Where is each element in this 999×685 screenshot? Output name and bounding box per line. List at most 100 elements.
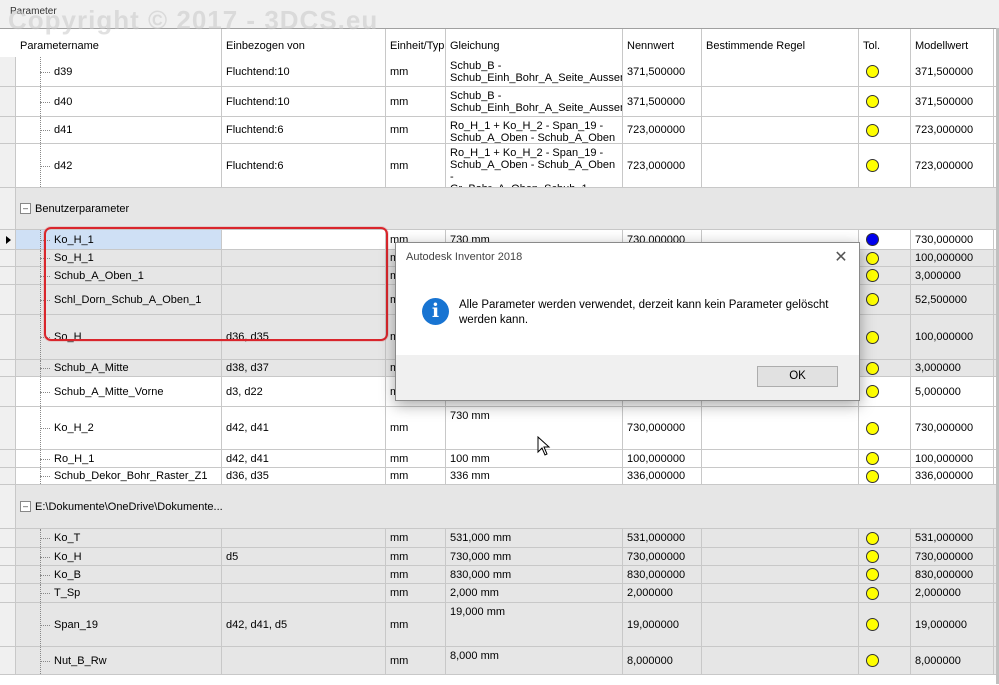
model-value-cell[interactable]: 8,000000 <box>911 647 994 675</box>
rule-cell[interactable] <box>702 450 859 468</box>
unit-cell[interactable]: mm <box>386 529 446 548</box>
equation-cell[interactable]: Ro_H_1 + Ko_H_2 - Span_19 - Schub_A_Oben… <box>446 117 623 144</box>
rule-cell[interactable] <box>702 87 859 117</box>
parameter-name-cell[interactable]: T_Sp <box>16 584 222 603</box>
model-value-cell[interactable]: 371,500000 <box>911 57 994 87</box>
unit-cell[interactable]: mm <box>386 468 446 485</box>
equation-cell[interactable]: 2,000 mm <box>446 584 623 603</box>
equation-cell[interactable]: Schub_B - Schub_Einh_Bohr_A_Seite_Aussen <box>446 57 623 87</box>
row-header[interactable] <box>0 188 16 230</box>
row-header[interactable] <box>0 267 16 285</box>
row-header[interactable] <box>0 285 16 315</box>
row-header[interactable] <box>0 144 16 188</box>
unit-cell[interactable]: mm <box>386 144 446 188</box>
model-value-cell[interactable]: 730,000000 <box>911 407 994 450</box>
model-value-cell[interactable]: 730,000000 <box>911 230 994 250</box>
tolerance-indicator-icon[interactable] <box>866 385 879 398</box>
tolerance-indicator-icon[interactable] <box>866 251 879 265</box>
nominal-value-cell[interactable]: 730,000000 <box>623 548 702 566</box>
tolerance-indicator-icon[interactable] <box>866 330 879 344</box>
row-header[interactable] <box>0 250 16 267</box>
equation-cell[interactable]: 730 mm <box>446 407 623 450</box>
tolerance-cell[interactable] <box>859 285 911 315</box>
used-by-cell[interactable]: d42, d41 <box>222 450 386 468</box>
nominal-value-cell[interactable]: 8,000000 <box>623 647 702 675</box>
tolerance-indicator-icon[interactable] <box>866 654 879 667</box>
used-by-cell[interactable]: d42, d41, d5 <box>222 603 386 647</box>
rule-cell[interactable] <box>702 548 859 566</box>
tolerance-cell[interactable] <box>859 117 911 144</box>
rule-cell[interactable] <box>702 603 859 647</box>
rule-cell[interactable] <box>702 117 859 144</box>
tolerance-indicator-icon[interactable] <box>866 233 879 246</box>
model-value-cell[interactable]: 723,000000 <box>911 117 994 144</box>
used-by-cell[interactable]: Fluchtend:6 <box>222 144 386 188</box>
row-header[interactable] <box>0 450 16 468</box>
model-value-cell[interactable]: 3,000000 <box>911 267 994 285</box>
table-row[interactable]: Span_19 d42, d41, d5 mm 19,000 mm 19,000000 1… <box>0 603 999 647</box>
nominal-value-cell[interactable]: 371,500000 <box>623 87 702 117</box>
model-value-cell[interactable]: 371,500000 <box>911 87 994 117</box>
unit-cell[interactable]: mm <box>386 584 446 603</box>
row-header[interactable] <box>0 57 16 87</box>
tolerance-indicator-icon[interactable] <box>866 421 879 435</box>
parameter-name-cell[interactable]: Schub_A_Mitte <box>16 360 222 377</box>
used-by-cell[interactable]: d5 <box>222 548 386 566</box>
rule-cell[interactable] <box>702 566 859 584</box>
row-header[interactable] <box>0 360 16 377</box>
row-header[interactable] <box>0 117 16 144</box>
row-header[interactable] <box>0 485 16 529</box>
model-value-cell[interactable]: 19,000000 <box>911 603 994 647</box>
used-by-cell[interactable] <box>222 529 386 548</box>
tolerance-indicator-icon[interactable] <box>866 469 879 483</box>
nominal-value-cell[interactable]: 371,500000 <box>623 57 702 87</box>
collapse-icon[interactable]: – <box>20 501 31 512</box>
row-header[interactable] <box>0 548 16 566</box>
unit-cell[interactable]: mm <box>386 548 446 566</box>
row-header[interactable] <box>0 377 16 407</box>
unit-cell[interactable]: mm <box>386 566 446 584</box>
unit-cell[interactable]: mm <box>386 647 446 675</box>
parameter-name-cell[interactable]: d40 <box>16 87 222 117</box>
used-by-cell[interactable]: d3, d22 <box>222 377 386 407</box>
model-value-cell[interactable]: 336,000000 <box>911 468 994 485</box>
parameter-name-cell[interactable]: Ko_H <box>16 548 222 566</box>
table-row[interactable]: Ko_H d5 mm 730,000 mm 730,000000 730,000000 <box>0 548 999 566</box>
used-by-cell[interactable]: d42, d41 <box>222 407 386 450</box>
parameter-name-cell[interactable]: d42 <box>16 144 222 188</box>
row-header[interactable] <box>0 87 16 117</box>
parameter-name-cell[interactable]: Ro_H_1 <box>16 450 222 468</box>
tolerance-indicator-icon[interactable] <box>866 123 879 137</box>
used-by-cell[interactable] <box>222 566 386 584</box>
equation-cell[interactable]: 8,000 mm <box>446 647 623 675</box>
model-value-cell[interactable]: 3,000000 <box>911 360 994 377</box>
tolerance-cell[interactable] <box>859 603 911 647</box>
tolerance-indicator-icon[interactable] <box>866 269 879 282</box>
row-header[interactable] <box>0 566 16 584</box>
table-row[interactable]: Ko_B mm 830,000 mm 830,000000 830,000000 <box>0 566 999 584</box>
row-header[interactable] <box>0 647 16 675</box>
used-by-cell[interactable]: Fluchtend:10 <box>222 87 386 117</box>
model-value-cell[interactable]: 830,000000 <box>911 566 994 584</box>
tolerance-indicator-icon[interactable] <box>866 550 879 563</box>
equation-cell[interactable]: 19,000 mm <box>446 603 623 647</box>
parameter-name-cell[interactable]: Ko_T <box>16 529 222 548</box>
table-row[interactable]: Ko_H_2 d42, d41 mm 730 mm 730,000000 730,0000… <box>0 407 999 450</box>
rule-cell[interactable] <box>702 57 859 87</box>
tolerance-cell[interactable] <box>859 647 911 675</box>
ok-button[interactable]: OK <box>757 366 838 387</box>
model-value-cell[interactable]: 100,000000 <box>911 250 994 267</box>
equation-cell[interactable]: 830,000 mm <box>446 566 623 584</box>
tolerance-indicator-icon[interactable] <box>866 361 879 375</box>
parameter-name-cell[interactable]: Schub_A_Mitte_Vorne <box>16 377 222 407</box>
table-row[interactable]: Nut_B_Rw mm 8,000 mm 8,000000 8,000000 <box>0 647 999 675</box>
tolerance-cell[interactable] <box>859 87 911 117</box>
tolerance-cell[interactable] <box>859 566 911 584</box>
tolerance-cell[interactable] <box>859 377 911 407</box>
parameter-name-cell[interactable]: Ko_B <box>16 566 222 584</box>
row-header[interactable] <box>0 407 16 450</box>
used-by-cell[interactable]: Fluchtend:6 <box>222 117 386 144</box>
tolerance-cell[interactable] <box>859 315 911 360</box>
tolerance-indicator-icon[interactable] <box>866 159 879 172</box>
tolerance-cell[interactable] <box>859 360 911 377</box>
